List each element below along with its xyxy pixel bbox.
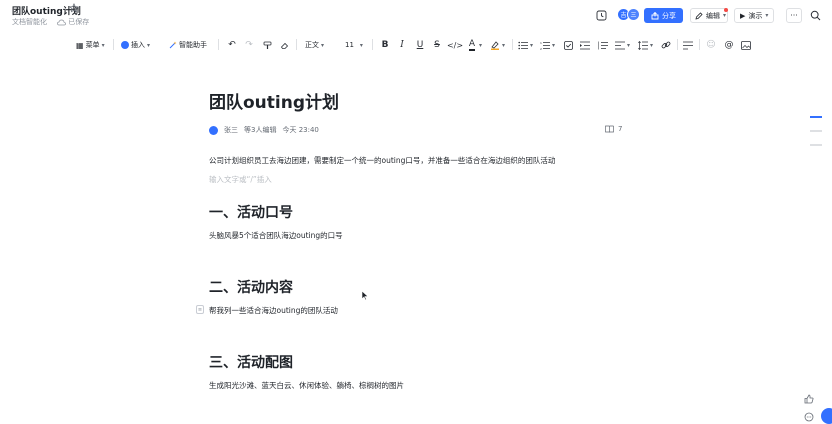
ai-label: 智能助手 [179, 41, 207, 49]
chevron-down-icon[interactable]: ▾ [479, 42, 482, 49]
section-heading-slogan[interactable]: 一、活动口号 [209, 202, 293, 222]
doc-subtitle: 文档智能化 已保存 [12, 17, 89, 27]
underline-icon[interactable]: U [414, 38, 426, 52]
text-wrap-icon[interactable] [682, 38, 694, 52]
read-count-value: 7 [618, 125, 623, 133]
code-icon[interactable]: </> [447, 38, 463, 52]
section-body-activities[interactable]: 帮我列一些适合海边outing的团队活动 [209, 305, 338, 316]
ai-assistant-button[interactable]: 智能助手 [169, 38, 207, 52]
block-handle-icon[interactable]: ≡ [196, 305, 204, 314]
present-label: 演示 [748, 11, 763, 20]
chevron-down-icon: ▾ [147, 41, 151, 49]
magic-wand-icon [169, 41, 177, 49]
strikethrough-icon[interactable]: S [431, 38, 443, 52]
avatar: 三 [627, 8, 640, 21]
pencil-icon [695, 11, 703, 20]
more-button[interactable]: ··· [786, 8, 802, 23]
editors-count[interactable]: 等3人编辑 [244, 125, 276, 135]
link-icon[interactable] [660, 38, 672, 52]
chevron-down-icon[interactable]: ▾ [502, 42, 505, 49]
chevron-down-icon: ▾ [765, 12, 769, 19]
chevron-down-icon: ▾ [359, 41, 363, 49]
font-size-value: 11 [345, 41, 354, 49]
share-icon [651, 11, 659, 19]
document-title[interactable]: 团队outing计划 [209, 88, 339, 113]
section-heading-images[interactable]: 三、活动配图 [209, 352, 293, 372]
saved-status: 已保存 [57, 18, 89, 26]
align-left-icon[interactable] [614, 38, 626, 52]
quote-icon[interactable] [597, 38, 609, 52]
italic-icon[interactable]: I [396, 38, 408, 52]
font-color-icon[interactable]: A [466, 38, 478, 52]
grid-icon: ▦ [76, 40, 84, 50]
plus-circle-icon [121, 41, 129, 49]
mention-icon[interactable]: @ [723, 38, 735, 52]
insert-label: 插入 [131, 41, 145, 49]
chevron-down-icon[interactable]: ▾ [627, 42, 630, 49]
line-spacing-icon[interactable] [637, 38, 649, 52]
present-button[interactable]: ▶ 演示 ▾ [734, 8, 774, 23]
text-style-value: 正文 [305, 41, 319, 49]
chevron-down-icon: ▾ [101, 41, 105, 49]
text-style-select[interactable]: 正文 ▾ [305, 38, 324, 52]
mouse-cursor-icon [361, 290, 369, 301]
chevron-down-icon[interactable]: ▾ [650, 42, 653, 49]
share-label: 分享 [662, 11, 676, 20]
doc-meta: 张三 等3人编辑 今天 23:40 [209, 125, 319, 135]
svg-text:2: 2 [540, 47, 542, 50]
menu-label: 菜单 [85, 41, 100, 49]
top-bar: 团队outing计划 文档智能化 已保存 吉 三 分享 编辑 ▾ ▶ 演示 ▾ … [0, 0, 832, 32]
svg-text:1: 1 [540, 41, 542, 45]
chevron-down-icon: ▾ [723, 12, 727, 19]
author-name[interactable]: 张三 [224, 125, 238, 135]
outline-marker[interactable] [810, 116, 822, 118]
numbered-list-icon[interactable]: 12 [539, 38, 551, 52]
read-count[interactable]: 7 [605, 125, 622, 133]
play-icon: ▶ [740, 11, 746, 20]
section-heading-activities[interactable]: 二、活动内容 [209, 277, 293, 297]
format-painter-icon[interactable] [261, 38, 273, 52]
bold-icon[interactable]: B [379, 38, 391, 52]
edit-label: 编辑 [706, 11, 720, 20]
share-button[interactable]: 分享 [644, 8, 683, 23]
format-toolbar: ▦ 菜单 ▾ 插入 ▾ 智能助手 ↶ ↷ 正文 ▾ 11 ▾ B I U S <… [0, 34, 832, 56]
emoji-icon[interactable]: ☺ [705, 38, 717, 52]
undo-icon[interactable]: ↶ [226, 38, 238, 52]
redo-icon[interactable]: ↷ [243, 38, 255, 52]
search-icon[interactable] [808, 8, 822, 22]
outline-marker[interactable] [810, 130, 822, 132]
cloud-icon [57, 19, 67, 25]
book-icon [605, 125, 614, 133]
checkbox-icon[interactable] [562, 38, 574, 52]
bulleted-list-icon[interactable] [517, 38, 529, 52]
chevron-down-icon[interactable]: ▾ [552, 42, 555, 49]
empty-line-placeholder[interactable]: 输入文字或“/”插入 [209, 174, 272, 185]
highlight-icon[interactable] [489, 38, 501, 52]
notification-dot [724, 8, 728, 12]
indent-icon[interactable] [579, 38, 591, 52]
eraser-icon[interactable] [278, 38, 290, 52]
section-body-slogan[interactable]: 头脑风暴5个适合团队海边outing的口号 [209, 230, 343, 241]
history-icon[interactable] [594, 8, 608, 22]
chevron-down-icon[interactable]: ▾ [530, 42, 533, 49]
insert-button[interactable]: 插入 ▾ [121, 38, 150, 52]
comment-icon[interactable] [802, 410, 816, 424]
image-icon[interactable] [740, 38, 752, 52]
assistant-float-button[interactable] [821, 408, 832, 424]
font-size-select[interactable]: 11 ▾ [345, 38, 363, 52]
intro-paragraph[interactable]: 公司计划组织员工去海边团建，需要制定一个统一的outing口号，并准备一些适合在… [209, 155, 555, 166]
like-icon[interactable] [802, 392, 816, 406]
avatar[interactable] [209, 125, 218, 135]
menu-button[interactable]: ▦ 菜单 ▾ [76, 38, 105, 52]
collaborator-avatars[interactable]: 吉 三 [617, 8, 641, 22]
edit-mode-button[interactable]: 编辑 ▾ [690, 8, 728, 23]
section-body-images[interactable]: 生成阳光沙滩、蓝天白云、休闲体验、躺椅、棕榈树的图片 [209, 380, 404, 391]
doc-category[interactable]: 文档智能化 [12, 18, 47, 26]
chevron-down-icon: ▾ [321, 41, 325, 49]
saved-label: 已保存 [68, 18, 90, 26]
edit-time: 今天 23:40 [282, 126, 319, 134]
star-icon[interactable] [69, 3, 79, 13]
outline-marker[interactable] [810, 144, 822, 146]
